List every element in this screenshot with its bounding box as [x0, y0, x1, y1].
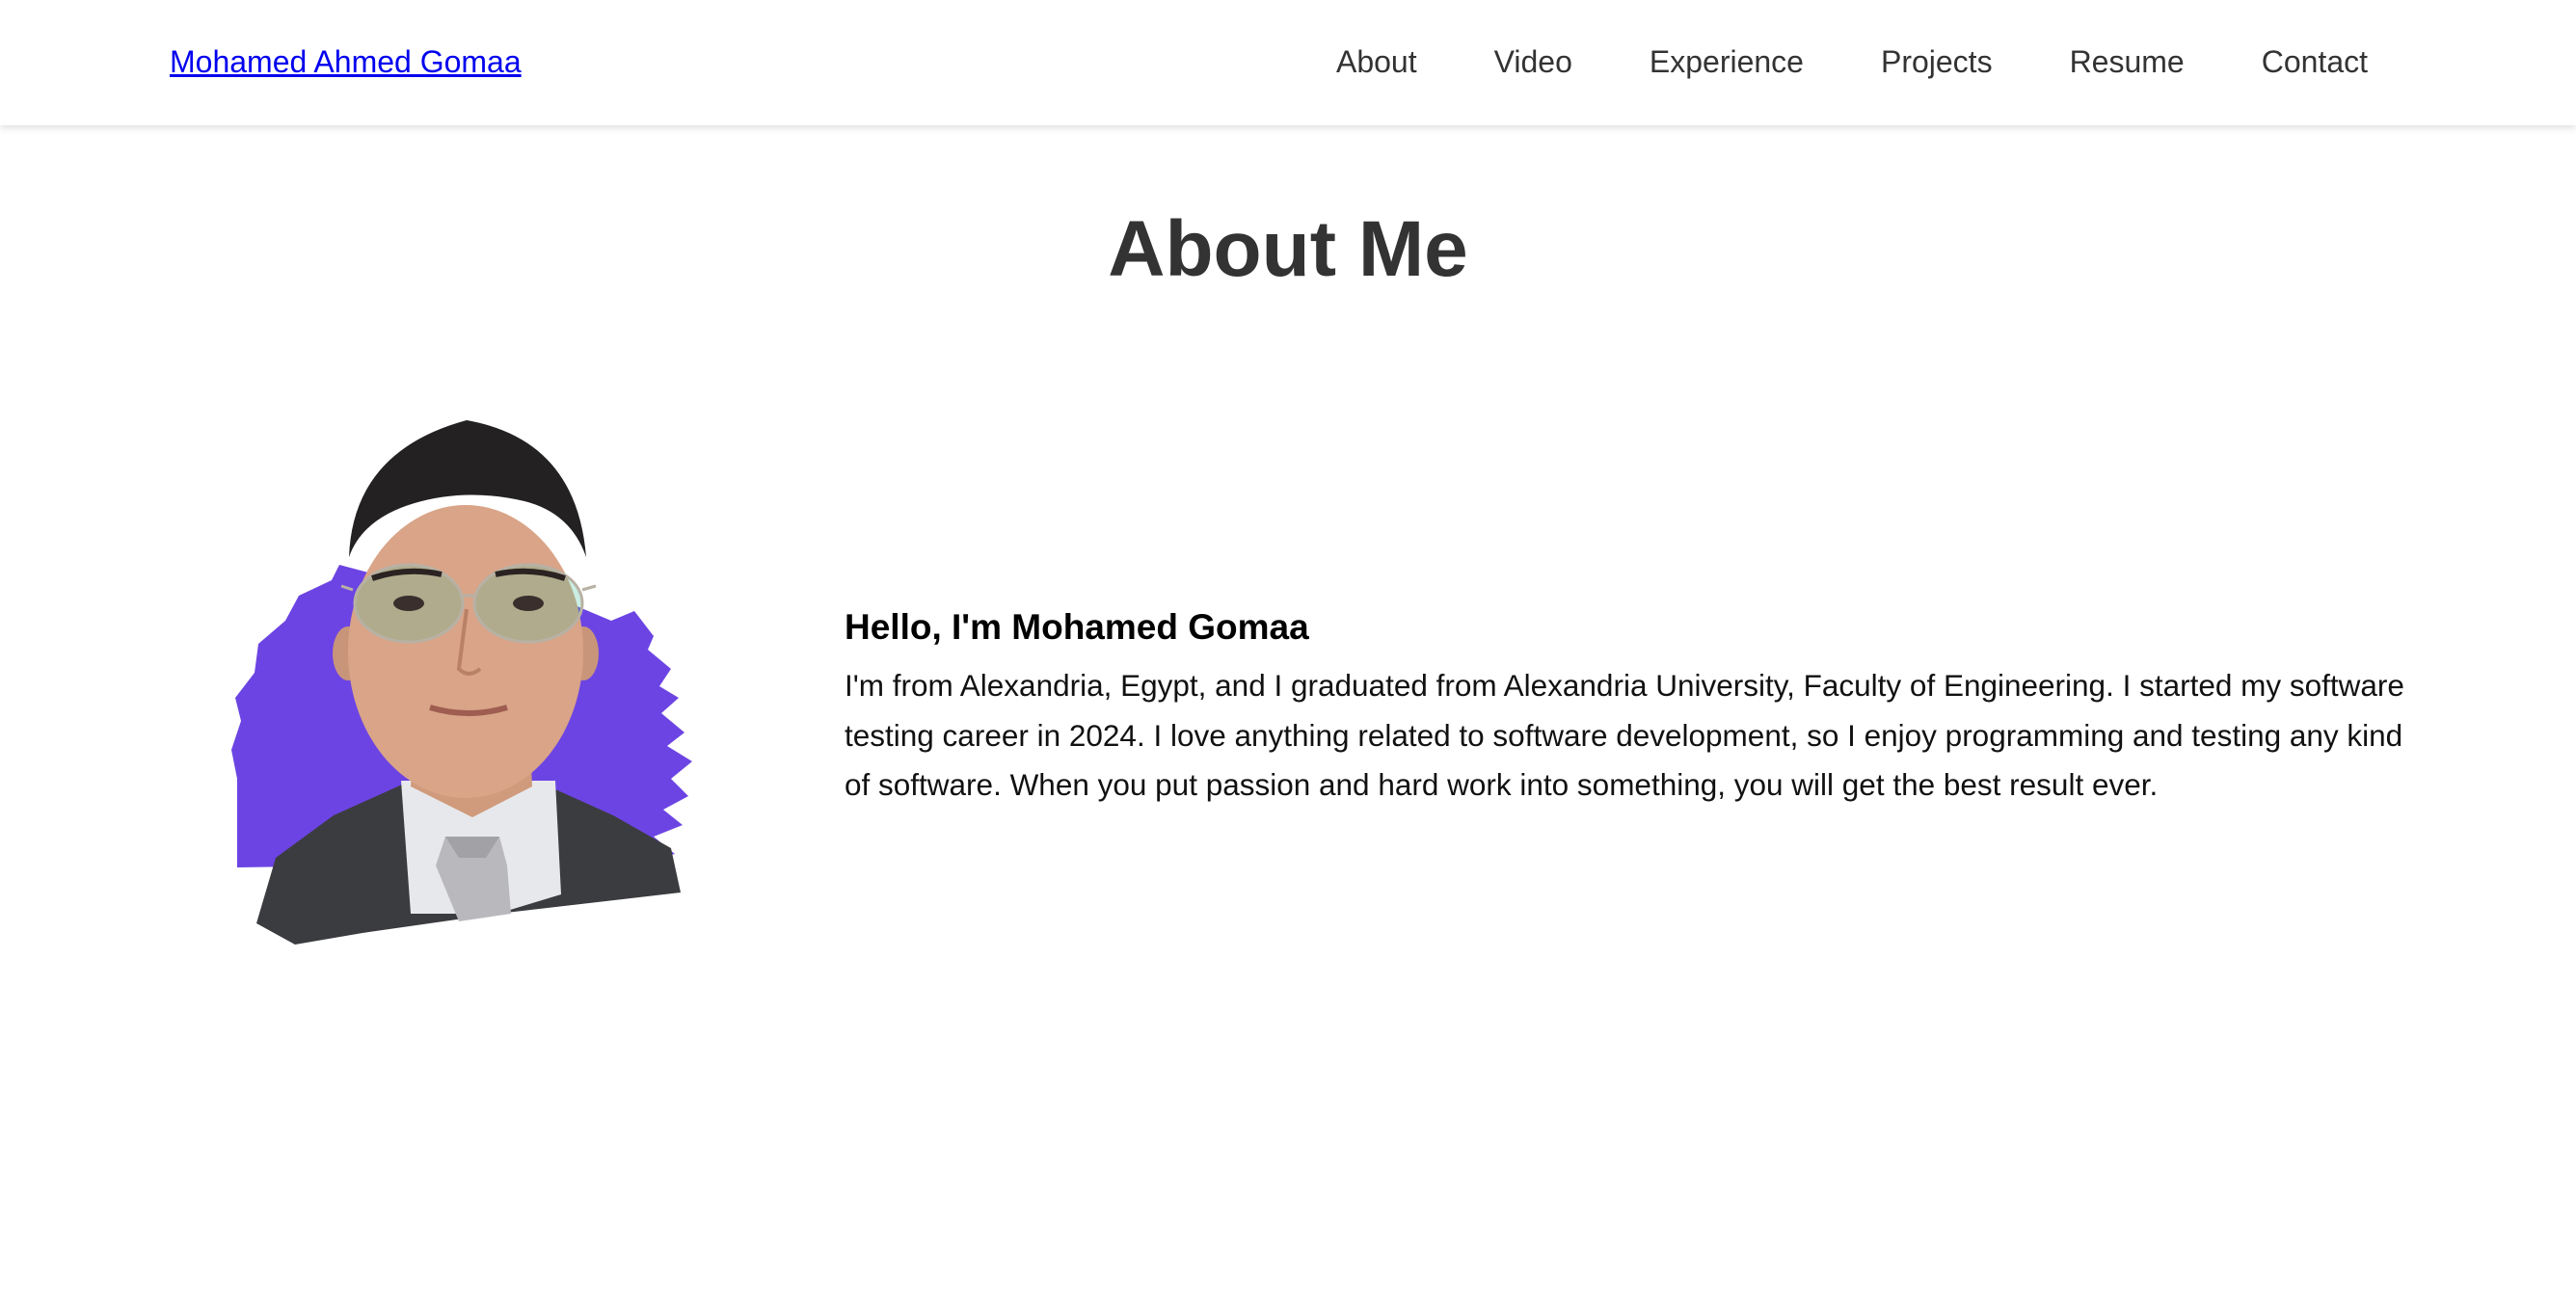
about-text-block: Hello, I'm Mohamed Gomaa I'm from Alexan… — [845, 603, 2426, 811]
nav-link-about[interactable]: About — [1336, 44, 1417, 80]
section-title: About Me — [1108, 205, 1468, 293]
bio-paragraph: I'm from Alexandria, Egypt, and I gradua… — [845, 668, 2404, 802]
nav-link-resume[interactable]: Resume — [2070, 44, 2185, 80]
greeting-heading: Hello, I'm Mohamed Gomaa — [845, 607, 1309, 647]
nav-menu: About Video Experience Projects Resume C… — [1336, 44, 2368, 80]
nav-link-contact[interactable]: Contact — [2262, 44, 2368, 80]
nav-link-video[interactable]: Video — [1494, 44, 1572, 80]
profile-photo — [218, 413, 719, 952]
nav-link-projects[interactable]: Projects — [1881, 44, 1993, 80]
top-navbar: Mohamed Ahmed Gomaa About Video Experien… — [0, 0, 2576, 125]
brand-link[interactable]: Mohamed Ahmed Gomaa — [170, 44, 522, 80]
nav-link-experience[interactable]: Experience — [1650, 44, 1804, 80]
